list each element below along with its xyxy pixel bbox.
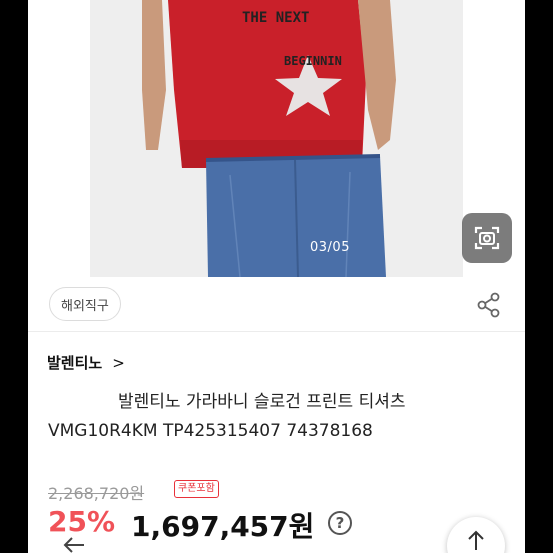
scroll-to-top-button[interactable]	[447, 517, 505, 553]
product-title: 발렌티노 가라바니 슬로건 프린트 티셔츠 VMG10R4KM TP425315…	[48, 392, 406, 441]
back-button[interactable]	[62, 535, 86, 553]
shirt-print-line-2: BEGINNIN	[284, 54, 342, 68]
brand-name: 발렌티노	[47, 354, 103, 372]
coupon-badge: 쿠폰포함	[174, 480, 219, 498]
chevron-right-icon: >	[112, 353, 125, 372]
overseas-purchase-badge: 해외직구	[49, 287, 121, 321]
product-image[interactable]: THE NEXT BEGINNIN 03/05	[90, 0, 463, 277]
product-page: THE NEXT BEGINNIN 03/05 해외직구 발렌티노 > 발렌티노…	[28, 0, 525, 553]
image-counter: 03/05	[310, 240, 350, 255]
back-arrow-icon	[63, 537, 84, 553]
price-info-icon[interactable]: ?	[328, 511, 352, 535]
shirt-print-line-1: THE NEXT	[242, 10, 309, 26]
original-price: 2,268,720원	[48, 484, 145, 503]
product-photo-illustration: THE NEXT BEGINNIN	[90, 0, 463, 277]
sale-price: 1,697,457원	[131, 510, 315, 543]
share-icon	[477, 292, 500, 318]
share-button[interactable]	[475, 291, 503, 319]
image-search-button[interactable]	[462, 213, 512, 263]
camera-lens-icon	[474, 226, 500, 250]
arrow-up-icon	[468, 530, 484, 550]
section-divider	[28, 331, 525, 332]
brand-link[interactable]: 발렌티노 >	[47, 352, 125, 373]
discount-rate: 25%	[48, 505, 116, 538]
